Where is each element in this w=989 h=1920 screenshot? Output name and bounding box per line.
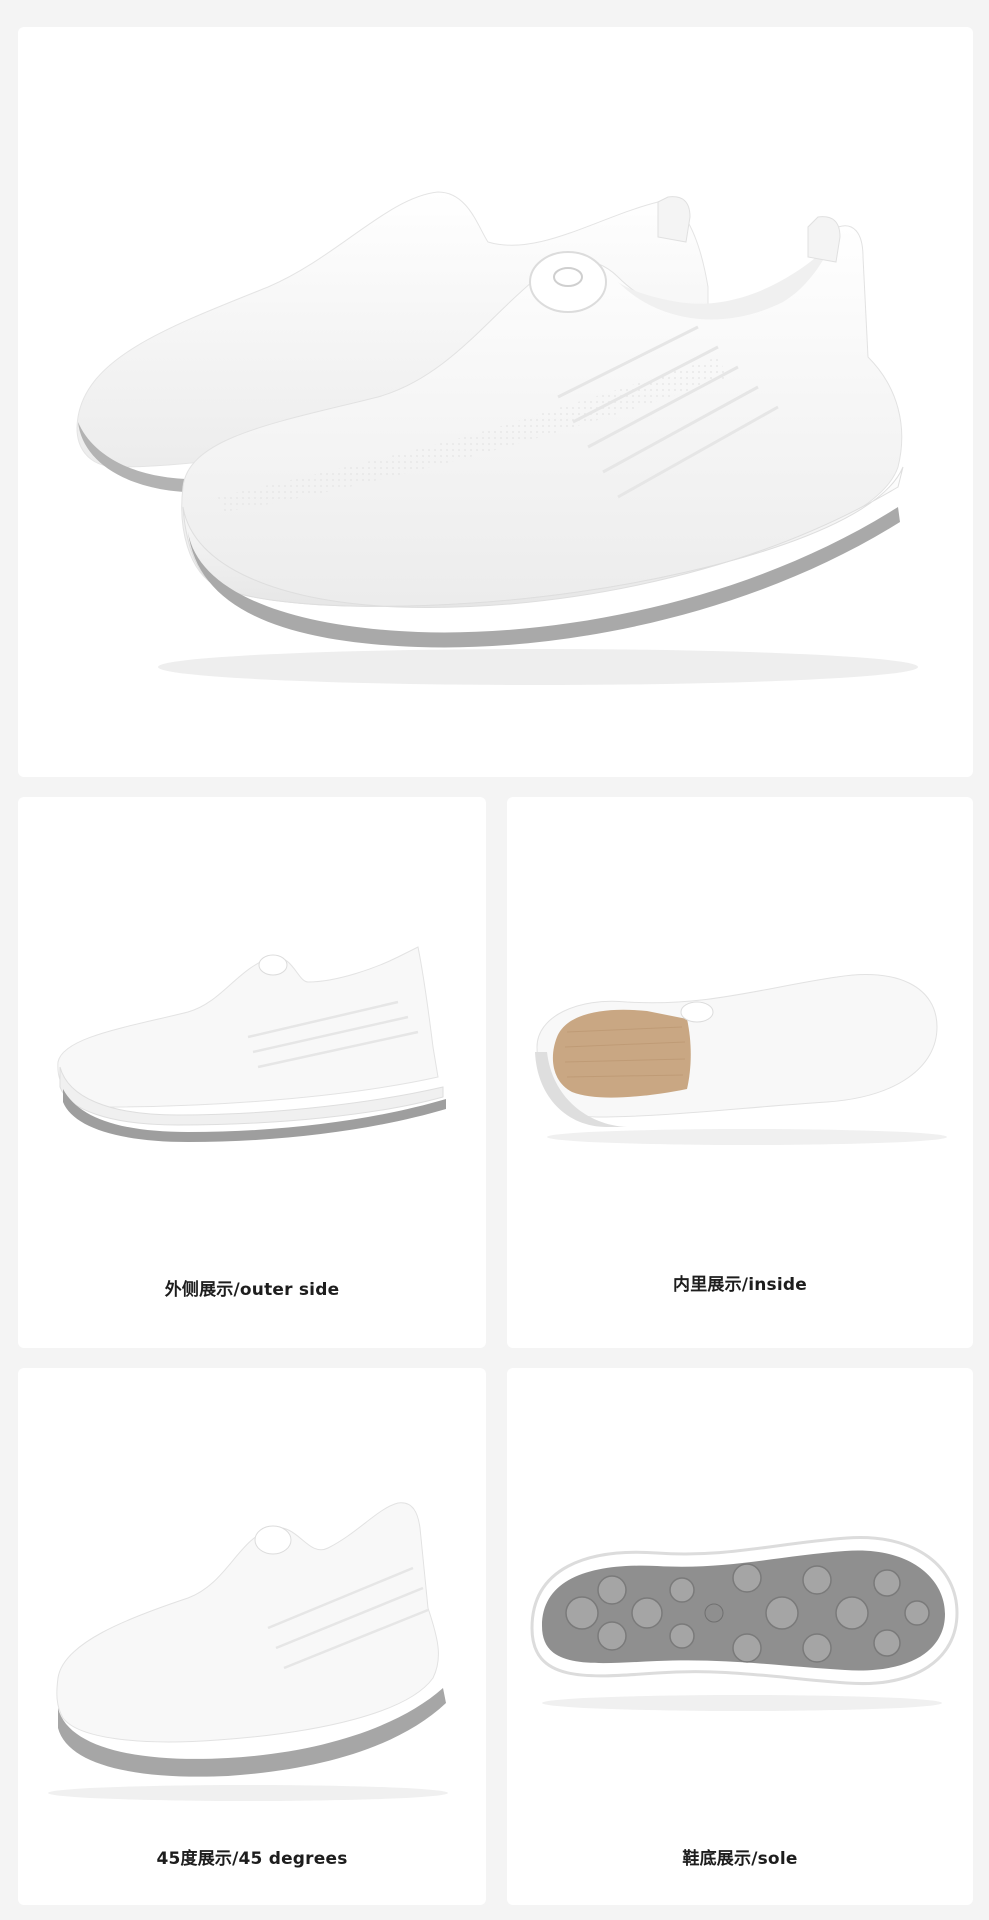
sneaker-outer-side-illustration [57, 946, 446, 1142]
hero-shoes-illustration [76, 191, 918, 685]
view-caption: 45度展示/45 degrees [156, 1849, 348, 1869]
view-sole-card: 鞋底展示/sole [507, 1368, 973, 1905]
view-caption: 内里展示/inside [673, 1275, 807, 1295]
view-caption: 外侧展示/outer side [164, 1280, 340, 1300]
view-outer-side-card: 外侧展示/outer side [18, 797, 486, 1348]
view-caption: 鞋底展示/sole [682, 1849, 798, 1869]
view-inside-card: 内里展示/inside [507, 797, 973, 1348]
sneaker-inside-illustration [535, 973, 947, 1145]
hero-product-image [18, 27, 973, 777]
view-45-degrees-card: 45度展示/45 degrees [18, 1368, 486, 1905]
sneaker-45-degree-illustration [48, 1502, 448, 1801]
sneaker-sole-illustration [530, 1536, 959, 1711]
